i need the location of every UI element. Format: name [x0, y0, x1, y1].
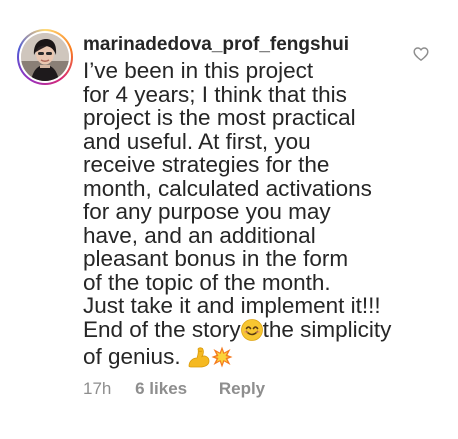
comment-line: Just take it and implement it!!! [83, 293, 381, 318]
likes-count-button[interactable]: 6 likes [135, 378, 187, 400]
comment-meta: 17h 6 likes Reply [83, 378, 265, 400]
avatar-image [21, 33, 69, 81]
flexed-biceps-emoji-icon [187, 346, 211, 373]
comment-text-segment: of genius. [83, 344, 181, 369]
comment-line: have, and an additional [83, 222, 316, 248]
comment: marinadedova_prof_fengshui I’ve been in … [0, 0, 458, 439]
timestamp[interactable]: 17h [83, 378, 111, 400]
comment-line: End of the story the simplicity [83, 316, 423, 346]
comment-line: for any purpose you may [83, 199, 331, 224]
comment-text-segment: End of the story [83, 316, 241, 342]
heart-icon[interactable] [413, 46, 429, 62]
comment-line: and useful. At first, you [83, 128, 311, 154]
comment-line: of genius. [83, 345, 423, 373]
avatar-story-gap [19, 31, 71, 83]
reply-button[interactable]: Reply [219, 378, 265, 400]
comment-line: for 4 years; I think that this [83, 81, 347, 107]
smiling-face-emoji-icon [240, 318, 263, 346]
comment-text-segment: the simplicity [262, 316, 392, 342]
comment-line: month, calculated activations [83, 175, 372, 201]
comment-content: marinadedova_prof_fengshui I’ve been in … [83, 33, 423, 373]
comment-line: project is the most practical [83, 105, 356, 130]
comment-line: pleasant bonus in the form [83, 246, 349, 271]
comment-line: I’ve been in this project [83, 58, 314, 83]
avatar[interactable] [17, 29, 73, 85]
username[interactable]: marinadedova_prof_fengshui [83, 33, 423, 57]
comment-line: of the topic of the month. [83, 269, 331, 295]
collision-emoji-icon [211, 346, 233, 373]
comment-line: receive strategies for the [83, 152, 330, 177]
comment-text: I’ve been in this project for 4 years; I… [83, 59, 423, 373]
